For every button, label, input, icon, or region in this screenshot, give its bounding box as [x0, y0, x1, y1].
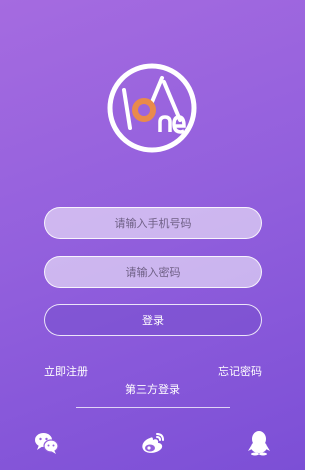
- register-link[interactable]: 立即注册: [44, 363, 88, 379]
- login-screen: 登录 立即注册 忘记密码 第三方登录: [0, 0, 305, 470]
- phone-field[interactable]: [44, 207, 262, 239]
- password-input[interactable]: [45, 256, 261, 288]
- weibo-icon[interactable]: [140, 430, 166, 456]
- login-button[interactable]: 登录: [44, 304, 262, 336]
- third-party-login-label: 第三方登录: [125, 383, 180, 396]
- phone-input[interactable]: [45, 207, 261, 239]
- qq-icon[interactable]: [246, 430, 272, 456]
- wechat-icon[interactable]: [33, 430, 59, 456]
- app-logo: [107, 63, 197, 153]
- password-field[interactable]: [44, 256, 262, 288]
- divider: [76, 407, 230, 408]
- forgot-password-link[interactable]: 忘记密码: [218, 363, 262, 379]
